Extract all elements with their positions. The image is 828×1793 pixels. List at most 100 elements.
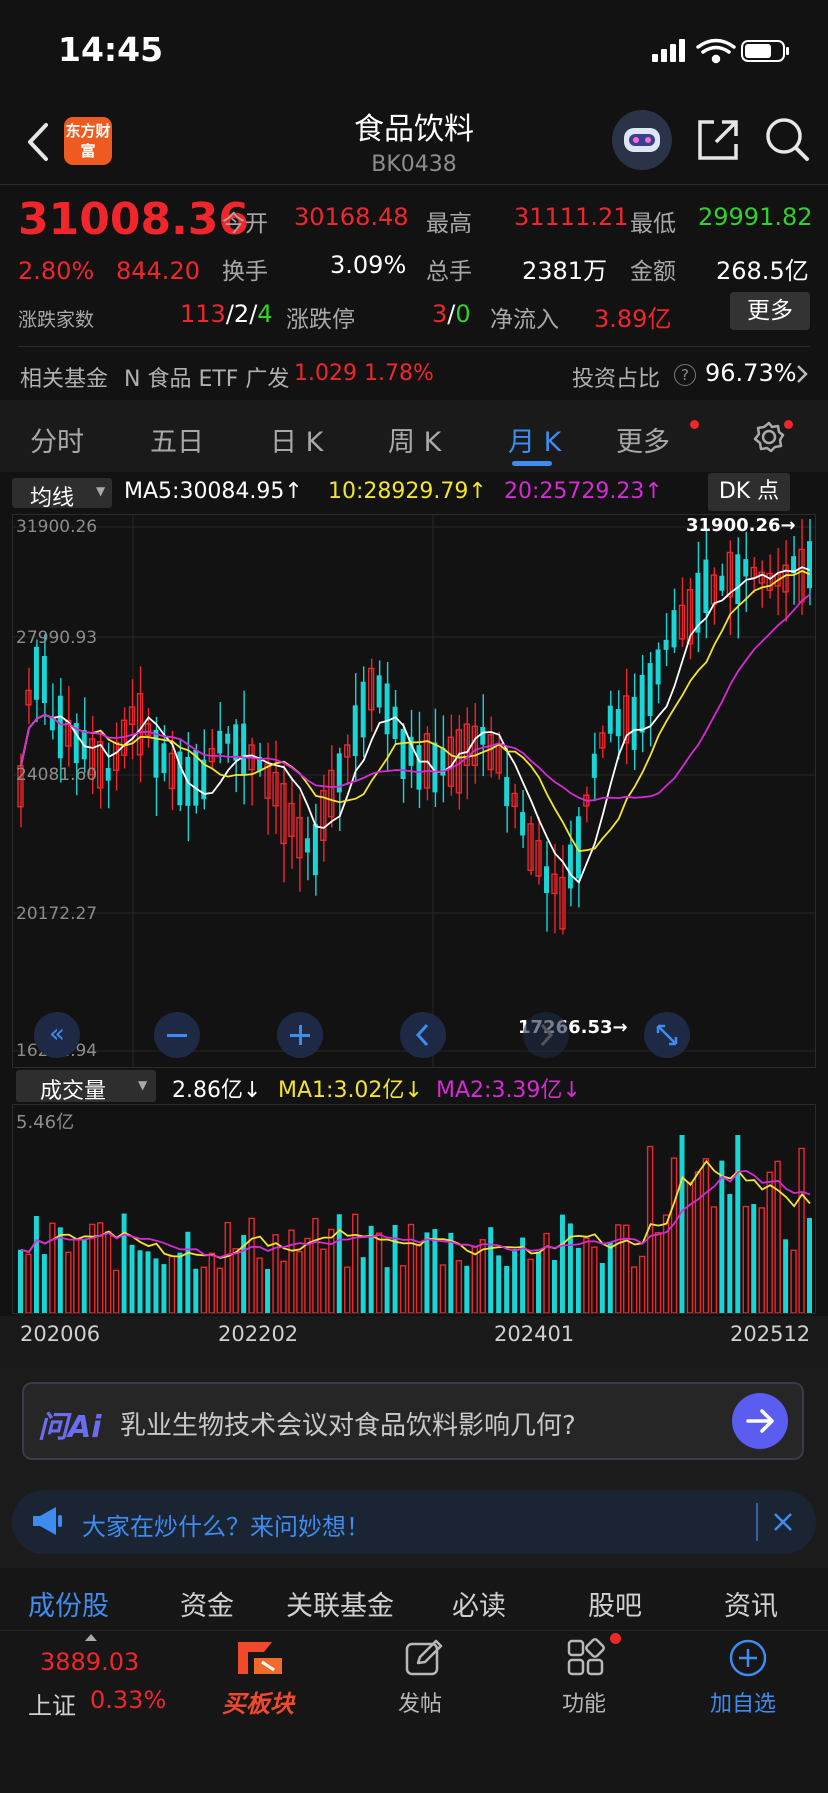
volume-bar: [153, 1258, 159, 1313]
fund-price: 1.029: [294, 361, 357, 386]
volume-bar: [694, 1171, 702, 1313]
tab-related-funds[interactable]: 关联基金: [286, 1584, 394, 1623]
volume-bar: [121, 1213, 127, 1313]
candle-body: [41, 656, 47, 703]
volume-bar: [670, 1157, 678, 1313]
volume-bar: [439, 1264, 447, 1313]
candle-body: [376, 675, 382, 708]
post-icon[interactable]: [404, 1638, 444, 1678]
candle-body: [432, 742, 438, 793]
status-icons: [652, 38, 789, 64]
zoom-in-icon[interactable]: [277, 1012, 323, 1058]
dk-point-button[interactable]: DK 点: [708, 473, 790, 511]
more-button[interactable]: 更多: [730, 292, 810, 330]
buy-sector-label[interactable]: 买板块: [222, 1684, 294, 1719]
close-icon[interactable]: [772, 1511, 794, 1533]
volume-bar: [280, 1260, 287, 1313]
volume-bar: [615, 1224, 622, 1313]
inflow-label: 净流入: [490, 307, 559, 333]
candle-body: [703, 559, 709, 614]
scroll-left-icon[interactable]: [400, 1012, 446, 1058]
tab-news[interactable]: 资讯: [724, 1584, 778, 1623]
candle-body: [400, 728, 406, 780]
candle-body: [241, 723, 247, 775]
volume-bar: [41, 1254, 47, 1313]
volume-chart[interactable]: [12, 1104, 816, 1314]
volume-bar: [112, 1269, 120, 1313]
volume-bar: [630, 1266, 638, 1313]
tab-five-day[interactable]: 五日: [150, 420, 204, 459]
buy-sector-icon[interactable]: [232, 1636, 288, 1680]
index-value[interactable]: 3889.03: [40, 1648, 139, 1676]
price-axis-label: 31900.26: [16, 517, 98, 537]
ma-selector[interactable]: 均线 ▼: [12, 478, 112, 511]
battery-icon: [741, 40, 789, 62]
volume-bar: [488, 1227, 494, 1313]
volume-bar: [288, 1229, 295, 1313]
fund-label: 相关基金: [20, 367, 109, 392]
add-watchlist-label[interactable]: 加自选: [710, 1686, 776, 1718]
candle-body: [639, 674, 645, 733]
volume-bar: [504, 1265, 510, 1313]
volume-bar: [65, 1251, 72, 1313]
add-watchlist-icon[interactable]: [728, 1638, 768, 1678]
status-time: 14:45: [58, 30, 164, 69]
tab-weekly-k[interactable]: 周 K: [388, 420, 441, 459]
date-axis-label: 202006: [20, 1322, 101, 1346]
arrow-right-icon[interactable]: [732, 1393, 788, 1449]
limit-label: 涨跌停: [286, 307, 355, 333]
settings-icon[interactable]: [752, 420, 786, 454]
volume-bar: [232, 1248, 239, 1313]
tab-daily-k[interactable]: 日 K: [270, 420, 323, 459]
tab-intraday[interactable]: 分时: [30, 420, 84, 459]
change-value: 844.20: [116, 257, 200, 285]
post-label[interactable]: 发帖: [398, 1686, 442, 1718]
scroll-right-icon[interactable]: [523, 1012, 569, 1058]
candle-body: [735, 554, 741, 605]
tab-forum[interactable]: 股吧: [588, 1584, 642, 1623]
ai-question-text[interactable]: 乳业生物技术会议对食品饮料影响几何?: [120, 1405, 576, 1442]
index-pct[interactable]: 0.33%: [90, 1686, 166, 1714]
tab-constituents[interactable]: 成份股: [28, 1584, 109, 1623]
volume-bar: [448, 1232, 454, 1313]
functions-label[interactable]: 功能: [562, 1686, 606, 1718]
volume-bar: [536, 1251, 542, 1313]
ma5-value: MA5:30084.95↑: [124, 479, 303, 504]
tab-must-read[interactable]: 必读: [452, 1584, 506, 1623]
volume-bar: [265, 1269, 271, 1313]
updown-counts: 113/2/4: [180, 300, 273, 328]
volume-bar: [375, 1232, 383, 1313]
candle-body: [161, 743, 167, 774]
open-value: 30168.48: [294, 203, 409, 231]
limit-counts: 3/0: [432, 300, 471, 328]
amount-label: 金额: [630, 259, 676, 285]
tab-capital[interactable]: 资金: [180, 1584, 234, 1623]
scroll-start-icon[interactable]: «: [34, 1012, 80, 1058]
volume-ma1-line: [20, 1159, 811, 1259]
candle-body: [671, 610, 677, 648]
candle-body: [312, 823, 318, 876]
volume-bar: [559, 1214, 565, 1313]
amount-value: 268.5亿: [716, 257, 809, 285]
tab-monthly-k[interactable]: 月 K: [508, 420, 561, 459]
kline-chart[interactable]: [12, 514, 816, 1068]
zoom-out-icon[interactable]: [154, 1012, 200, 1058]
robot-avatar-icon[interactable]: [612, 110, 672, 170]
share-icon[interactable]: [696, 118, 740, 162]
search-icon[interactable]: [764, 116, 810, 162]
volume-selector[interactable]: 成交量 ▼: [16, 1070, 156, 1104]
fund-name[interactable]: N 食品 ETF 广发: [124, 361, 289, 393]
fullscreen-icon[interactable]: [644, 1012, 690, 1058]
tab-more[interactable]: 更多: [616, 420, 670, 459]
functions-icon[interactable]: [566, 1638, 606, 1678]
help-icon[interactable]: ?: [674, 364, 696, 386]
index-name[interactable]: 上证: [28, 1686, 76, 1721]
updown-label: 涨跌家数: [18, 309, 95, 331]
volume-bar: [583, 1237, 590, 1313]
chevron-right-icon[interactable]: [796, 364, 808, 384]
candle-body: [33, 646, 39, 700]
kline-svg: [13, 515, 815, 1067]
volume-bar: [607, 1242, 613, 1313]
banner-text[interactable]: 大家在炒什么？来问妙想！: [82, 1507, 370, 1542]
volume-bar: [599, 1262, 605, 1313]
